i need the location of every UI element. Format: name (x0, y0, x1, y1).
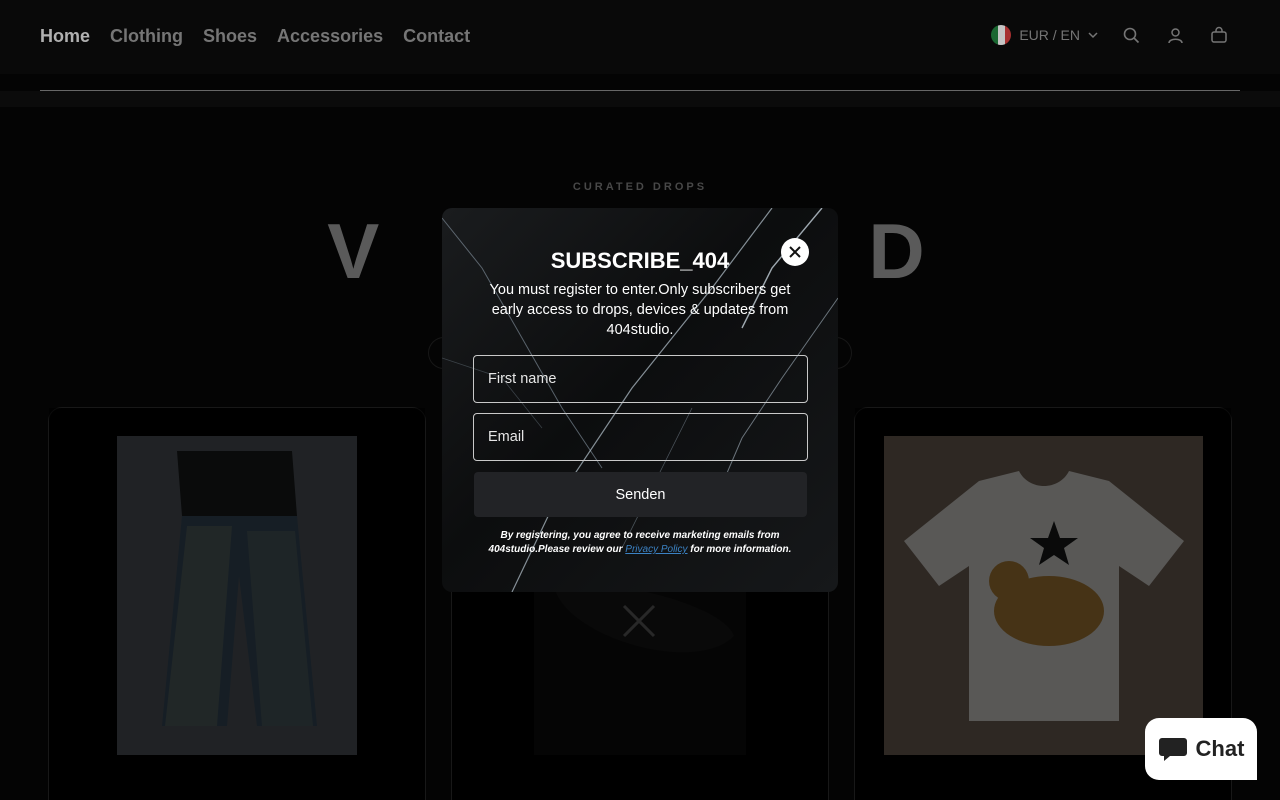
subscribe-modal: SUBSCRIBE_404 You must register to enter… (442, 208, 838, 592)
chat-label: Chat (1195, 736, 1245, 761)
legal-notice: By registering, you agree to receive mar… (482, 529, 798, 557)
chat-bubble-icon (1158, 738, 1187, 761)
modal-description: You must register to enter.Only subscrib… (489, 282, 791, 338)
submit-button[interactable]: Senden (474, 472, 807, 517)
chat-button[interactable]: Chat (1145, 718, 1257, 780)
email-field[interactable] (473, 413, 808, 461)
legal-text-after: for more information. (687, 544, 792, 555)
privacy-policy-link[interactable]: Privacy Policy (625, 544, 687, 555)
modal-title: SUBSCRIBE_404 (550, 248, 730, 273)
first-name-field[interactable] (473, 355, 808, 403)
